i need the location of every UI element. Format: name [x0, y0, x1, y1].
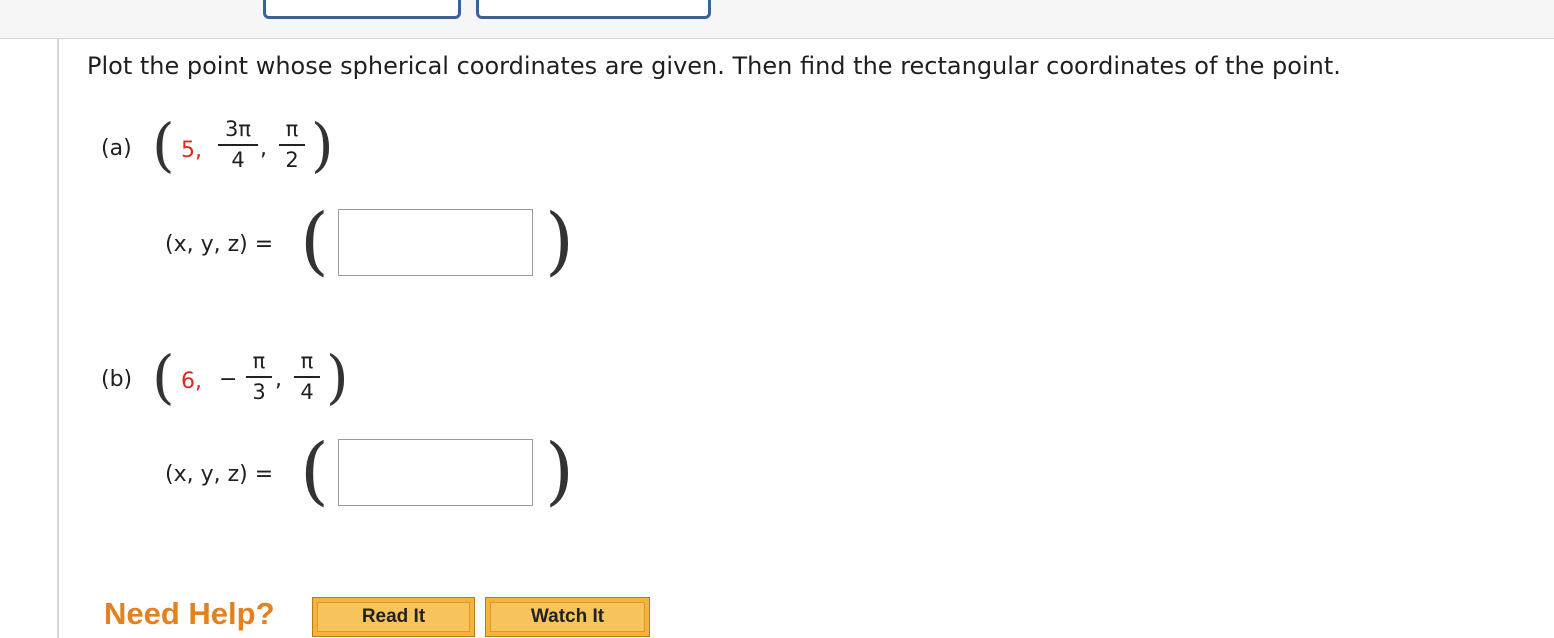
part-a-answer-open-paren: ( [300, 198, 329, 284]
part-a-theta-den: 4 [231, 147, 245, 172]
part-a-rho: 5, [181, 138, 202, 163]
left-border [57, 39, 59, 638]
part-a-answer-input[interactable] [338, 209, 533, 276]
part-b-open-paren: ( [152, 343, 175, 411]
part-a-open-paren: ( [152, 111, 175, 179]
part-b-theta-fraction: π 3 [246, 348, 272, 404]
part-a-comma: , [260, 136, 267, 161]
part-b-theta-num: π [252, 349, 266, 373]
part-b-negative-sign: − [219, 367, 238, 392]
fraction-bar [279, 144, 305, 146]
part-b-comma: , [275, 367, 282, 392]
part-a-theta-fraction: 3π 4 [218, 116, 258, 172]
part-b-phi-fraction: π 4 [294, 348, 320, 404]
watch-it-label: Watch It [490, 602, 645, 632]
part-a-close-paren: ) [311, 111, 334, 179]
part-b-label: (b) [101, 367, 133, 392]
part-b-answer-input[interactable] [338, 439, 533, 506]
top-tab-left[interactable] [263, 0, 461, 19]
part-a-label: (a) [101, 136, 132, 161]
fraction-bar [246, 376, 272, 378]
question-prompt: Plot the point whose spherical coordinat… [87, 52, 1341, 80]
part-b-xyz-label: (x, y, z) = [165, 462, 274, 487]
part-b-answer-open-paren: ( [300, 428, 329, 514]
need-help-heading: Need Help? [104, 596, 275, 631]
part-b-theta-den: 3 [252, 379, 266, 404]
part-a-xyz-label: (x, y, z) = [165, 232, 274, 257]
read-it-label: Read It [317, 602, 470, 632]
part-a-phi-num: π [285, 117, 299, 141]
part-b-phi-num: π [300, 349, 314, 373]
watch-it-button[interactable]: Watch It [485, 597, 650, 637]
part-b-phi-den: 4 [300, 379, 314, 404]
read-it-button[interactable]: Read It [312, 597, 475, 637]
part-b-rho: 6, [181, 369, 202, 394]
top-tab-right[interactable] [476, 0, 711, 19]
part-b-answer-close-paren: ) [545, 428, 574, 514]
part-a-answer-close-paren: ) [545, 198, 574, 284]
fraction-bar [218, 144, 258, 146]
top-bar [0, 0, 1554, 39]
part-b-close-paren: ) [326, 343, 349, 411]
part-a-phi-fraction: π 2 [279, 116, 305, 172]
part-a-phi-den: 2 [285, 147, 299, 172]
part-a-theta-num: 3π [224, 117, 251, 141]
fraction-bar [294, 376, 320, 378]
